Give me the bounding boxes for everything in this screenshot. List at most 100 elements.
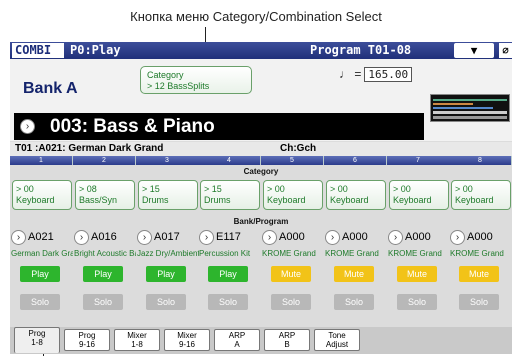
mode-label: COMBI [12, 43, 64, 58]
solo-button[interactable]: Solo [208, 294, 248, 310]
program-select-icon[interactable]: › [388, 230, 403, 245]
mute-button[interactable]: Mute [334, 266, 374, 282]
timbre-category-name: Keyboard [330, 195, 369, 205]
timbre-program-name: Jazz Dry/Ambient [137, 249, 199, 258]
combination-select-icon[interactable]: › [20, 119, 35, 134]
tab-3[interactable]: Mixer 9-16 [164, 329, 210, 351]
tab-6[interactable]: Tone Adjust [314, 329, 360, 351]
program-range: Program T01-08 [310, 43, 412, 57]
program-select-icon[interactable]: › [137, 230, 152, 245]
bank-program-section-label: Bank/Program [233, 217, 289, 226]
tab-label-line1: Prog [28, 329, 46, 338]
tab-label-line1: ARP [228, 331, 246, 340]
timbre-program-select[interactable]: › A016 [73, 230, 135, 246]
timbre-number: 5 [261, 156, 324, 165]
timbre-program-select[interactable]: › A021 [10, 230, 72, 246]
play-button[interactable]: Play [208, 266, 248, 282]
solo-button[interactable]: Solo [83, 294, 123, 310]
tab-5[interactable]: ARP B [264, 329, 310, 351]
timbre-category-button[interactable]: > 00 Keyboard [389, 180, 449, 210]
tab-label-line2: 1-8 [31, 338, 43, 347]
timbre-category-button[interactable]: > 15 Drums [200, 180, 260, 210]
timbre-program-name: KROME Grand [388, 249, 442, 258]
timbre-category-button[interactable]: > 00 Keyboard [451, 180, 511, 210]
timbre-program-select[interactable]: › A000 [261, 230, 323, 246]
combination-name[interactable]: 003: Bass & Piano [14, 113, 424, 140]
timbre-program-name: Bright Acoustic Bass [74, 249, 136, 258]
solo-button[interactable]: Solo [271, 294, 311, 310]
timbre-category-id: > 00 [455, 184, 473, 194]
solo-button[interactable]: Solo [397, 294, 437, 310]
program-select-icon[interactable]: › [450, 230, 465, 245]
program-select-icon[interactable]: › [262, 230, 277, 245]
timbre-bank-program: A016 [91, 231, 117, 243]
timbre-category-name: Drums [204, 195, 231, 205]
solo-button[interactable]: Solo [146, 294, 186, 310]
timbre-program-name: KROME Grand [450, 249, 504, 258]
timbre-number: 8 [449, 156, 512, 165]
tab-0[interactable]: Prog 1-8 [14, 327, 60, 353]
timbre-category-name: Keyboard [455, 195, 494, 205]
timbre-category-id: > 15 [142, 184, 160, 194]
timbre-program-name: German Dark Grand [11, 249, 73, 258]
header-bar: COMBI P0:Play Program T01-08 ▼ ⌀ [10, 42, 512, 59]
tab-2[interactable]: Mixer 1-8 [114, 329, 160, 351]
tab-label-line2: 9-16 [178, 340, 195, 349]
mute-button[interactable]: Mute [459, 266, 499, 282]
solo-button[interactable]: Solo [20, 294, 60, 310]
timbre-category-name: Keyboard [16, 195, 55, 205]
tab-label-line2: 9-16 [78, 340, 95, 349]
tempo-value[interactable]: 165.00 [364, 67, 413, 82]
timbre-program-name: KROME Grand [325, 249, 379, 258]
program-select-icon[interactable]: › [74, 230, 89, 245]
timbre-bank-program: A000 [279, 231, 305, 243]
timbre-number: 4 [198, 156, 261, 165]
timbre-bank-program: A017 [154, 231, 180, 243]
timbre-program-select[interactable]: › A000 [449, 230, 511, 246]
tab-1[interactable]: Prog 9-16 [64, 329, 110, 351]
combination-header: Bank A Category > 12 BassSplits ♩ = 165.0… [10, 59, 512, 141]
timbre-category-button[interactable]: > 08 Bass/Syn [75, 180, 135, 210]
midi-channel: Ch:Gch [280, 143, 317, 154]
lock-icon[interactable]: ⌀ [499, 43, 512, 58]
mute-button[interactable]: Mute [397, 266, 437, 282]
program-select-icon[interactable]: › [199, 230, 214, 245]
timbre-bank-program: A000 [405, 231, 431, 243]
solo-button[interactable]: Solo [334, 294, 374, 310]
timbre-program-select[interactable]: › A017 [136, 230, 198, 246]
timbre-category-id: > 00 [267, 184, 285, 194]
timbre-category-name: Drums [142, 195, 169, 205]
timbre-category-button[interactable]: > 00 Keyboard [326, 180, 386, 210]
play-button[interactable]: Play [20, 266, 60, 282]
timbre-program-select[interactable]: › E117 [198, 230, 260, 246]
mute-button[interactable]: Mute [271, 266, 311, 282]
tab-label-line2: A [234, 340, 240, 349]
timbre-program-select[interactable]: › A000 [324, 230, 386, 246]
tab-4[interactable]: ARP A [214, 329, 260, 351]
play-button[interactable]: Play [146, 266, 186, 282]
solo-button[interactable]: Solo [459, 294, 499, 310]
mini-overview-graphic [433, 99, 507, 119]
timbre-category-button[interactable]: > 00 Keyboard [12, 180, 72, 210]
category-title: Category [147, 70, 184, 80]
category-select-button[interactable]: Category > 12 BassSplits [140, 66, 252, 94]
program-select-icon[interactable]: › [325, 230, 340, 245]
timbre-program-select[interactable]: › A000 [387, 230, 449, 246]
timbre-number: 1 [10, 156, 73, 165]
timbre-bank-program: A000 [342, 231, 368, 243]
play-button[interactable]: Play [83, 266, 123, 282]
timbre-category-name: Keyboard [393, 195, 432, 205]
page-menu-button[interactable]: ▼ [454, 43, 494, 58]
timbre-category-id: > 00 [16, 184, 34, 194]
callout-caption: Кнопка меню Category/Combination Select [130, 9, 382, 24]
program-select-icon[interactable]: › [11, 230, 26, 245]
page-title: P0:Play [70, 43, 121, 57]
timbre-category-button[interactable]: > 15 Drums [138, 180, 198, 210]
timbre-bank-program: E117 [216, 231, 241, 243]
timbre-category-button[interactable]: > 00 Keyboard [263, 180, 323, 210]
timbre-number: 7 [387, 156, 450, 165]
timbre-bank-program: A021 [28, 231, 54, 243]
timbre-category-name: Keyboard [267, 195, 306, 205]
timbre-number: 6 [324, 156, 387, 165]
tab-label-line2: Adjust [325, 340, 349, 349]
